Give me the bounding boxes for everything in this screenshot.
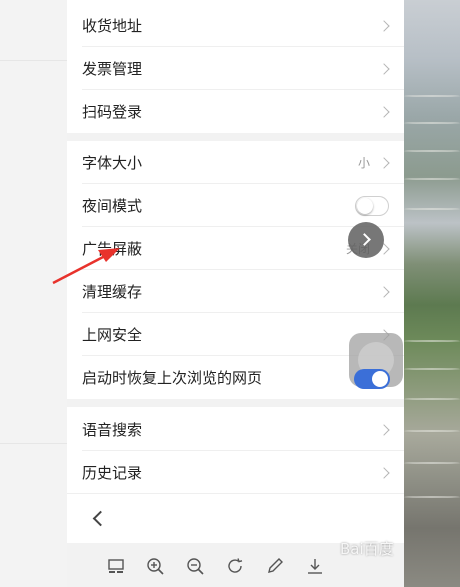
settings-row-label: 收货地址 [82, 17, 143, 35]
settings-row-label: 夜间模式 [82, 197, 143, 215]
chevron-right-icon [378, 423, 390, 436]
settings-row-font-size[interactable]: 字体大小 小 [67, 141, 404, 184]
font-size-value: 小 [357, 156, 370, 170]
section-gap [67, 399, 404, 407]
settings-panel: 收货地址 发票管理 扫码登录 字体大小 小 夜间模式 广告屏蔽 关闭 清理缓存 … [67, 0, 404, 587]
settings-row-label: 上网安全 [82, 326, 143, 344]
settings-row-shipping-address[interactable]: 收货地址 [67, 4, 404, 47]
zoom-out-icon[interactable] [186, 557, 204, 575]
backdrop-divider [0, 443, 67, 444]
back-arrow-icon[interactable] [92, 510, 109, 527]
chevron-right-icon [378, 466, 390, 479]
chevron-right-icon [378, 105, 390, 118]
watermark: Bai百度 [340, 540, 394, 558]
section-gap [67, 133, 404, 141]
backdrop-divider [0, 60, 67, 61]
settings-row-label: 语音搜索 [82, 421, 143, 439]
settings-row-label: 清理缓存 [82, 283, 143, 301]
pen-icon[interactable] [266, 557, 284, 575]
settings-row-label: 历史记录 [82, 464, 143, 482]
night-mode-toggle[interactable] [355, 195, 389, 216]
zoom-in-icon[interactable] [146, 557, 164, 575]
settings-row-label: 启动时恢复上次浏览的网页 [82, 369, 263, 387]
settings-row-invoice-management[interactable]: 发票管理 [67, 47, 404, 90]
settings-row-scan-login[interactable]: 扫码登录 [67, 90, 404, 133]
download-icon[interactable] [306, 557, 324, 575]
settings-row-label: 扫码登录 [82, 103, 143, 121]
chevron-right-icon [378, 156, 390, 169]
settings-row-clear-cache[interactable]: 清理缓存 [67, 270, 404, 313]
rotate-icon[interactable] [226, 557, 244, 575]
chevron-right-icon [378, 285, 390, 298]
background-photo [404, 0, 460, 587]
floating-forward-button[interactable] [348, 222, 384, 258]
left-backdrop [0, 0, 67, 587]
chevron-right-icon [378, 19, 390, 32]
bottom-nav-bar [67, 497, 404, 541]
chevron-right-icon [358, 233, 371, 246]
restore-on-start-toggle[interactable] [354, 369, 390, 389]
settings-row-night-mode: 夜间模式 [67, 184, 404, 227]
settings-row-history[interactable]: 历史记录 [67, 451, 404, 494]
layout-icon[interactable] [107, 557, 125, 575]
settings-row-label: 广告屏蔽 [82, 240, 143, 258]
settings-row-voice-search[interactable]: 语音搜索 [67, 408, 404, 451]
chevron-right-icon [378, 62, 390, 75]
settings-row-label: 发票管理 [82, 60, 143, 78]
settings-row-label: 字体大小 [82, 154, 143, 172]
